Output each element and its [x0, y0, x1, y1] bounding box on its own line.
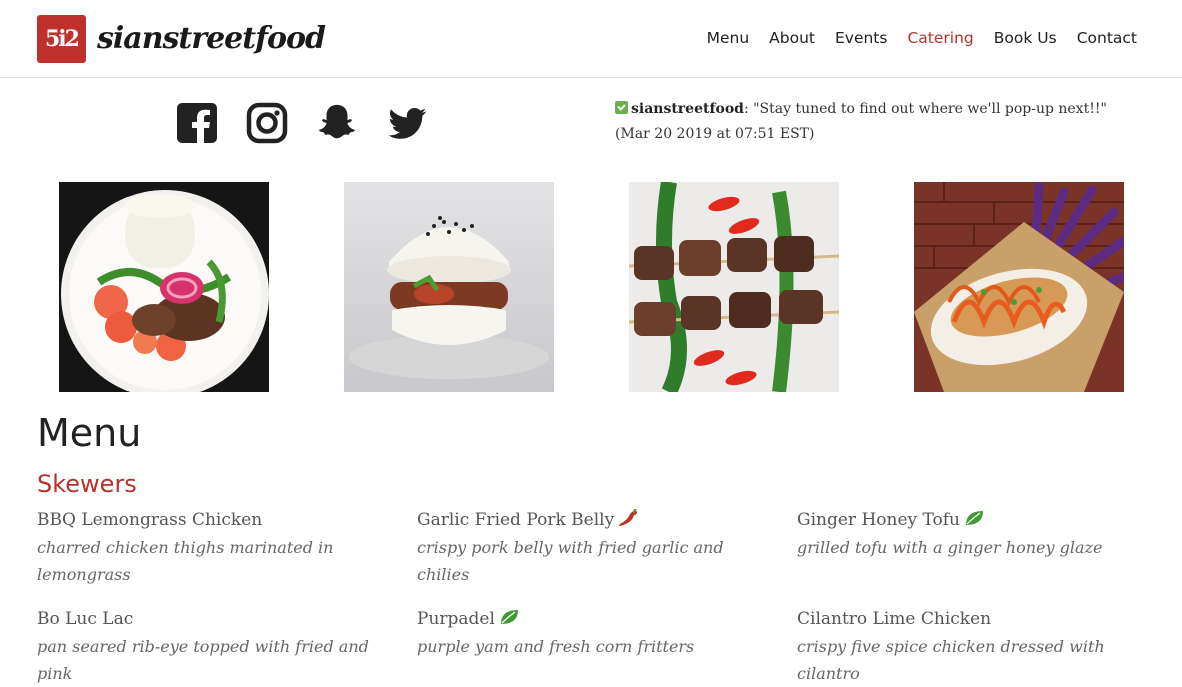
menu-item: Purpadel purple yam and fresh corn fritt…: [417, 607, 757, 660]
tweet-handle-link[interactable]: sianstreetfood: [631, 101, 744, 117]
nav-events[interactable]: Events: [835, 28, 887, 48]
logo-wordmark[interactable]: sianstreetfood: [97, 14, 326, 64]
latest-tweet: sianstreetfood: "Stay tuned to find out …: [615, 97, 1145, 147]
facebook-icon[interactable]: [176, 101, 218, 145]
leaf-icon: [966, 511, 984, 525]
menu-item-description: pan seared rib-eye topped with fried and…: [37, 637, 369, 683]
menu-item-name: Ginger Honey Tofu: [797, 508, 1137, 532]
nav-contact[interactable]: Contact: [1077, 28, 1137, 48]
food-photo-4[interactable]: [914, 182, 1124, 392]
chili-pepper-icon: [619, 509, 638, 526]
menu-item-name: BBQ Lemongrass Chicken: [37, 510, 263, 530]
nav-menu[interactable]: Menu: [707, 28, 750, 48]
snapchat-icon[interactable]: [316, 101, 358, 145]
food-photo-1[interactable]: [59, 182, 269, 392]
menu-item: Bo Luc Lac pan seared rib-eye topped wit…: [37, 607, 377, 687]
food-photo-2[interactable]: [344, 182, 554, 392]
menu-item: Garlic Fried Pork Belly crispy pork bell…: [417, 508, 757, 588]
nav-book-us[interactable]: Book Us: [994, 28, 1057, 48]
food-photo-3[interactable]: [629, 182, 839, 392]
menu-item-name: Bo Luc Lac: [37, 609, 134, 629]
menu-item-name: Garlic Fried Pork Belly: [417, 508, 757, 532]
menu-item-name: Cilantro Lime Chicken: [797, 609, 992, 629]
instagram-icon[interactable]: [246, 101, 288, 145]
menu-item: Cilantro Lime Chicken crispy five spice …: [797, 607, 1137, 687]
menu-item: BBQ Lemongrass Chicken charred chicken t…: [37, 508, 377, 588]
leaf-icon: [500, 610, 518, 624]
nav-catering[interactable]: Catering: [907, 28, 973, 48]
menu-item: Ginger Honey Tofu grilled tofu with a gi…: [797, 508, 1137, 561]
social-links: [176, 101, 428, 145]
logo-seal[interactable]: 5i2: [37, 15, 86, 63]
main-nav: Menu About Events Catering Book Us Conta…: [707, 28, 1137, 48]
nav-about[interactable]: About: [769, 28, 815, 48]
menu-item-name: Purpadel: [417, 607, 757, 631]
menu-item-description: grilled tofu with a ginger honey glaze: [797, 538, 1103, 557]
menu-heading: Menu: [37, 411, 142, 455]
menu-item-description: charred chicken thighs marinated in lemo…: [37, 538, 334, 584]
tweet-badge-icon: [615, 101, 628, 114]
section-heading-skewers: Skewers: [37, 470, 137, 498]
menu-item-description: crispy pork belly with fried garlic and …: [417, 538, 724, 584]
twitter-icon[interactable]: [386, 101, 428, 145]
site-header: 5i2 sianstreetfood Menu About Events Cat…: [0, 0, 1182, 78]
menu-item-description: crispy five spice chicken dressed with c…: [797, 637, 1105, 683]
menu-item-description: purple yam and fresh corn fritters: [417, 637, 695, 656]
